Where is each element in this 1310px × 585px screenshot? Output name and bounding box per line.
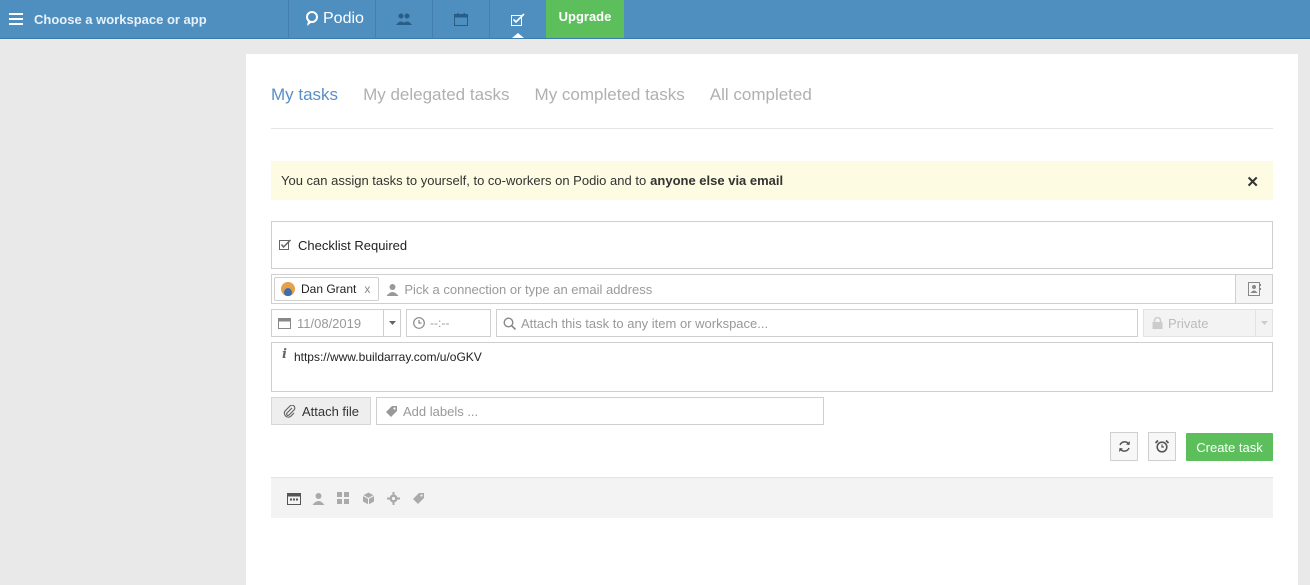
tab-my-tasks[interactable]: My tasks bbox=[271, 84, 338, 128]
notice-text: You can assign tasks to yourself, to co-… bbox=[281, 173, 647, 188]
calendar-icon bbox=[454, 12, 468, 26]
address-book-button[interactable] bbox=[1235, 275, 1272, 303]
contacts-icon bbox=[396, 13, 412, 25]
podio-logo[interactable]: Podio bbox=[288, 0, 375, 38]
person-icon bbox=[386, 283, 399, 296]
task-title-field[interactable]: Checklist Required bbox=[271, 221, 1273, 269]
calendar-nav[interactable] bbox=[432, 0, 489, 38]
info-icon: i bbox=[282, 347, 287, 362]
address-book-icon bbox=[1247, 282, 1261, 296]
avatar bbox=[281, 282, 295, 296]
labels-input[interactable]: Add labels ... bbox=[376, 397, 824, 425]
grid-icon[interactable] bbox=[337, 490, 362, 506]
search-icon bbox=[503, 316, 516, 330]
remove-assignee-button[interactable]: x bbox=[364, 282, 370, 296]
attach-file-button[interactable]: Attach file bbox=[271, 397, 371, 425]
task-footer-toolbar bbox=[271, 477, 1273, 518]
repeat-button[interactable] bbox=[1110, 432, 1138, 461]
lock-icon bbox=[1152, 317, 1163, 329]
cube-icon[interactable] bbox=[362, 490, 387, 506]
privacy-select[interactable]: Private bbox=[1143, 309, 1273, 337]
contacts-nav[interactable] bbox=[375, 0, 432, 38]
close-icon[interactable]: ✕ bbox=[1246, 173, 1259, 191]
tag-icon[interactable] bbox=[412, 490, 437, 506]
tab-all-completed[interactable]: All completed bbox=[710, 84, 812, 128]
attach-to-item-placeholder: Attach this task to any item or workspac… bbox=[521, 315, 769, 331]
person-icon[interactable] bbox=[312, 490, 337, 506]
assignee-field[interactable]: Dan Grant x Pick a connection or type an… bbox=[271, 274, 1273, 304]
privacy-value: Private bbox=[1168, 315, 1209, 331]
assignee-name: Dan Grant bbox=[301, 282, 357, 296]
task-meta-row: 11/08/2019 --:-- Attach this task to any… bbox=[271, 309, 1273, 337]
repeat-icon bbox=[1118, 441, 1130, 452]
assignee-token: Dan Grant x bbox=[274, 277, 380, 301]
tab-my-delegated-tasks[interactable]: My delegated tasks bbox=[363, 84, 509, 128]
brand-name: Podio bbox=[323, 10, 364, 27]
gear-icon[interactable] bbox=[387, 490, 412, 506]
due-time-value: --:-- bbox=[430, 316, 450, 330]
workspace-switcher[interactable]: Choose a workspace or app bbox=[0, 0, 288, 38]
task-tabs: My tasks My delegated tasks My completed… bbox=[271, 84, 1273, 129]
tab-my-completed-tasks[interactable]: My completed tasks bbox=[535, 84, 685, 128]
calendar-icon[interactable] bbox=[287, 490, 312, 506]
labels-placeholder: Add labels ... bbox=[403, 403, 479, 419]
tasks-panel: My tasks My delegated tasks My completed… bbox=[246, 54, 1298, 585]
checkbox-icon bbox=[279, 239, 292, 251]
due-date-value: 11/08/2019 bbox=[297, 315, 362, 331]
attach-file-label: Attach file bbox=[301, 403, 360, 419]
assignee-input[interactable]: Pick a connection or type an email addre… bbox=[404, 282, 652, 297]
top-bar: Choose a workspace or app Podio Upgrade bbox=[0, 0, 1310, 39]
podio-pin-icon bbox=[306, 11, 318, 26]
due-date-field[interactable]: 11/08/2019 bbox=[271, 309, 401, 337]
upgrade-button[interactable]: Upgrade bbox=[546, 0, 624, 38]
alarm-clock-icon bbox=[1155, 440, 1169, 453]
assign-notice: You can assign tasks to yourself, to co-… bbox=[271, 161, 1273, 200]
chevron-down-icon[interactable] bbox=[383, 310, 400, 336]
paperclip-icon bbox=[283, 404, 296, 418]
create-task-button[interactable]: Create task bbox=[1186, 433, 1273, 461]
attach-to-item-field[interactable]: Attach this task to any item or workspac… bbox=[496, 309, 1138, 337]
task-title-value: Checklist Required bbox=[298, 237, 408, 253]
reminder-button[interactable] bbox=[1148, 432, 1176, 461]
tasks-nav[interactable] bbox=[489, 0, 546, 38]
chevron-down-icon bbox=[1255, 310, 1272, 336]
notice-bold-text: anyone else via email bbox=[650, 173, 784, 188]
clock-icon bbox=[413, 317, 425, 329]
tag-icon bbox=[385, 405, 398, 418]
task-description-field[interactable]: i https://www.buildarray.com/u/oGKV bbox=[271, 342, 1273, 392]
due-time-field[interactable]: --:-- bbox=[406, 309, 491, 337]
menu-icon bbox=[9, 13, 23, 25]
tasks-icon bbox=[511, 12, 525, 26]
calendar-icon bbox=[278, 317, 291, 329]
task-description-value: https://www.buildarray.com/u/oGKV bbox=[293, 350, 482, 364]
workspace-label: Choose a workspace or app bbox=[34, 11, 207, 27]
